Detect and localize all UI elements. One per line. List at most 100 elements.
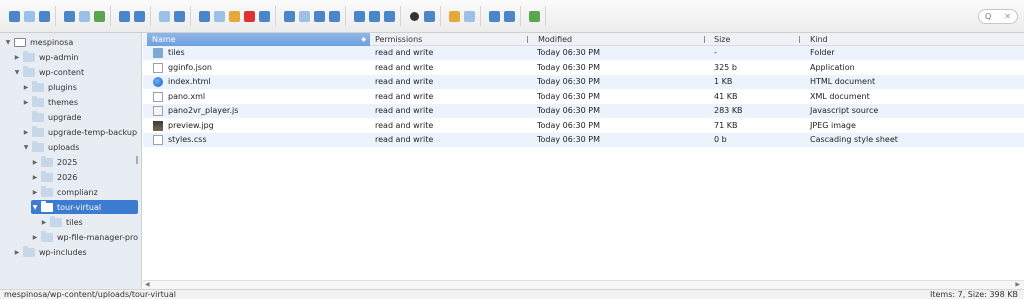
tree-item-wp-admin[interactable]: ▶ wp-admin (13, 50, 79, 64)
duplicate-button[interactable] (283, 10, 296, 23)
extract-button[interactable] (448, 10, 461, 23)
forward-icon (24, 10, 35, 22)
new-folder-button[interactable] (78, 10, 91, 23)
edit-icon (299, 10, 310, 22)
save-button[interactable] (93, 10, 106, 23)
file-modified: Today 06:30 PM (537, 91, 601, 101)
cut-button[interactable] (213, 10, 226, 23)
tree-item-tiles[interactable]: ▶ tiles (40, 215, 83, 229)
view-grid-button[interactable] (368, 10, 381, 23)
reload-button[interactable] (63, 10, 76, 23)
collapsed-arrow-icon[interactable]: ▶ (40, 219, 48, 226)
tree-item-wp-file-manager-pro[interactable]: ▶ wp-file-manager-pro (31, 230, 138, 244)
tree-item-mespinosa[interactable]: ▼ mespinosa (4, 35, 73, 49)
rename-icon (259, 10, 270, 22)
expanded-arrow-icon[interactable]: ▼ (4, 39, 12, 46)
file-permissions: read and write (375, 91, 434, 101)
collapsed-arrow-icon[interactable]: ▶ (31, 159, 39, 166)
expanded-arrow-icon[interactable]: ▼ (31, 204, 39, 211)
preview-button[interactable] (408, 10, 421, 23)
save-icon (94, 10, 105, 22)
tree-item-wp-content[interactable]: ▼ wp-content (13, 65, 84, 79)
tree-item-2026[interactable]: ▶ 2026 (31, 170, 77, 184)
collapsed-arrow-icon[interactable]: ▶ (13, 54, 21, 61)
open-button[interactable] (118, 10, 131, 23)
archive-button[interactable] (133, 10, 146, 23)
tree-item-complianz[interactable]: ▶ complianz (31, 185, 98, 199)
tree-item-uploads[interactable]: ▼ uploads (22, 140, 79, 154)
collapsed-arrow-icon[interactable]: ▶ (22, 99, 30, 106)
file-row[interactable]: index.html read and write Today 06:30 PM 1 … (143, 75, 1024, 89)
collapsed-arrow-icon[interactable]: ▶ (13, 249, 21, 256)
tree-item-tour-virtual[interactable]: ▼ tour-virtual (31, 200, 138, 214)
undo-button[interactable] (158, 10, 171, 23)
info-icon (424, 10, 435, 22)
collapsed-arrow-icon[interactable]: ▶ (22, 84, 30, 91)
file-list-header: Name ◆ Permissions Modified Size Kind (143, 33, 1024, 46)
copy-button[interactable] (198, 10, 211, 23)
resize-button[interactable] (328, 10, 341, 23)
back-button[interactable] (8, 10, 21, 23)
folder-icon (41, 170, 53, 182)
column-header-size[interactable]: Size (709, 33, 730, 46)
column-header-kind[interactable]: Kind (805, 33, 828, 46)
toolbar-group (114, 6, 151, 26)
file-row[interactable]: tiles read and write Today 06:30 PM - Folder (143, 46, 1024, 60)
file-row[interactable]: styles.css read and write Today 06:30 PM 0 … (143, 133, 1024, 147)
scroll-right-icon[interactable]: ▶ (1015, 281, 1020, 288)
tree-item-2025[interactable]: ▶ 2025 (31, 155, 77, 169)
delete-button[interactable] (243, 10, 256, 23)
file-kind: Cascading style sheet (810, 135, 898, 144)
info-button[interactable] (423, 10, 436, 23)
file-row[interactable]: pano2vr_player.js read and write Today 06:… (143, 104, 1024, 118)
up-icon (39, 10, 50, 22)
scroll-left-icon[interactable]: ◀ (145, 281, 150, 288)
compress-button[interactable] (463, 10, 476, 23)
edit-button[interactable] (298, 10, 311, 23)
file-size: 71 KB (714, 120, 738, 130)
forward-button[interactable] (23, 10, 36, 23)
rename-button[interactable] (258, 10, 271, 23)
tree-item-upgrade-temp-backup[interactable]: ▶ upgrade-temp-backup (22, 125, 137, 139)
collapsed-arrow-icon[interactable]: ▶ (31, 189, 39, 196)
file-row[interactable]: pano.xml read and write Today 06:30 PM 41 K… (143, 90, 1024, 104)
redo-button[interactable] (173, 10, 186, 23)
fullscreen-icon (529, 10, 540, 22)
column-header-name[interactable]: Name ◆ (147, 33, 370, 46)
file-name: tiles (168, 48, 185, 57)
column-divider[interactable] (799, 36, 800, 43)
tree-scrollbar[interactable] (136, 156, 138, 164)
archive-icon (134, 10, 145, 22)
search-box[interactable]: Q ✕ (978, 9, 1018, 24)
clear-search-icon[interactable]: ✕ (1004, 12, 1011, 21)
collapsed-arrow-icon[interactable]: ▶ (31, 174, 39, 181)
tree-item-themes[interactable]: ▶ themes (22, 95, 78, 109)
views-icon-button[interactable] (353, 10, 366, 23)
view-list-button[interactable] (383, 10, 396, 23)
select-button[interactable] (313, 10, 326, 23)
fullscreen-button[interactable] (528, 10, 541, 23)
file-row[interactable]: preview.jpg read and write Today 06:30 PM 7… (143, 119, 1024, 133)
drive-icon (14, 37, 26, 47)
tree-item-upgrade[interactable]: upgrade (22, 110, 81, 124)
help-button[interactable] (503, 10, 516, 23)
tree-item-plugins[interactable]: ▶ plugins (22, 80, 77, 94)
collapsed-arrow-icon[interactable]: ▶ (31, 234, 39, 241)
back-icon (9, 10, 20, 22)
sort-button[interactable] (488, 10, 501, 23)
horizontal-scrollbar[interactable]: ◀ ▶ (143, 280, 1024, 289)
up-button[interactable] (38, 10, 51, 23)
column-divider[interactable] (527, 36, 528, 43)
column-header-permissions[interactable]: Permissions (370, 33, 422, 46)
column-divider[interactable] (704, 36, 705, 43)
folder-icon (32, 140, 44, 152)
paste-button[interactable] (228, 10, 241, 23)
expanded-arrow-icon[interactable]: ▼ (22, 144, 30, 151)
file-row[interactable]: gginfo.json read and write Today 06:30 PM 3… (143, 61, 1024, 75)
expanded-arrow-icon[interactable]: ▼ (13, 69, 21, 76)
collapsed-arrow-icon[interactable]: ▶ (22, 129, 30, 136)
folder-icon (41, 200, 53, 212)
tree-item-wp-includes[interactable]: ▶ wp-includes (13, 245, 87, 259)
resize-icon (329, 10, 340, 22)
column-header-modified[interactable]: Modified (533, 33, 572, 46)
